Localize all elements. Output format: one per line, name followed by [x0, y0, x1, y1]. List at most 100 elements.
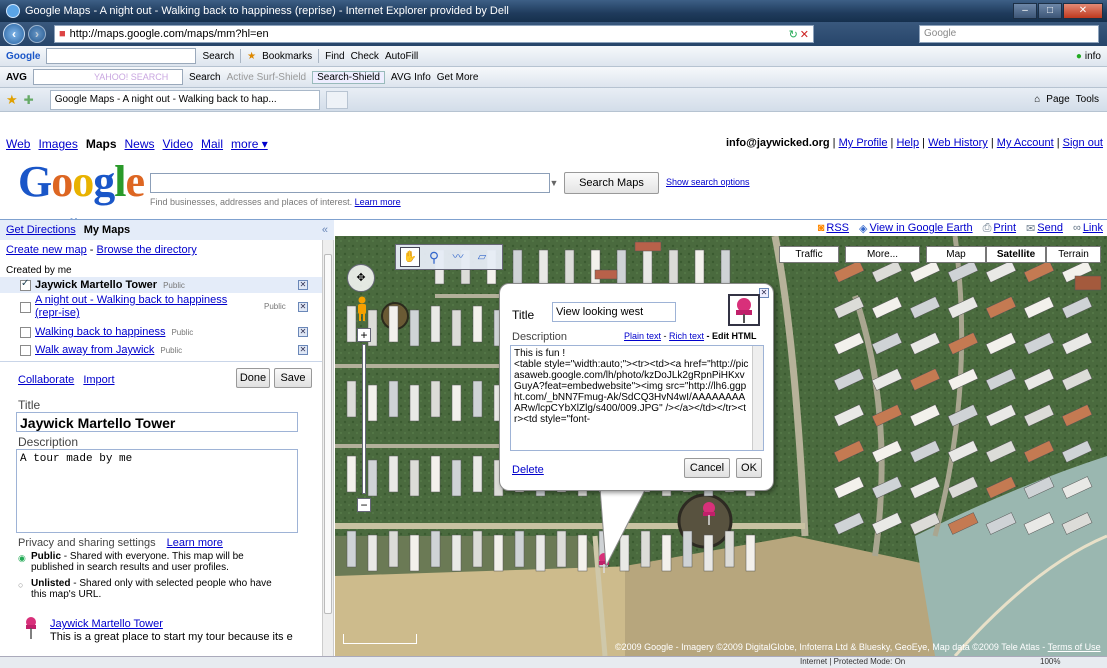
list-item[interactable]: Walk away from Jaywick Public ✕ [20, 342, 322, 358]
zoom-level[interactable]: 100% [1040, 657, 1060, 666]
search-maps-button[interactable]: Search Maps [564, 172, 659, 194]
minimize-button[interactable]: – [1013, 3, 1037, 19]
hand-tool-icon[interactable]: ✋ [400, 247, 420, 267]
search-shield-button[interactable]: Search-Shield [312, 70, 385, 84]
info-button[interactable]: info [1085, 51, 1101, 62]
refresh-icon[interactable]: ↻ [789, 28, 798, 41]
find-button[interactable]: Find [325, 51, 344, 62]
yahoo-search-input[interactable]: YAHOO! SEARCH [32, 69, 183, 85]
map-description-textarea[interactable]: A tour made by me [16, 449, 298, 533]
more-button[interactable]: More... [845, 246, 920, 263]
show-search-options-link[interactable]: Show search options [666, 177, 750, 187]
radio-selected-icon[interactable]: ◉ [18, 553, 26, 564]
active-surf-shield[interactable]: Active Surf-Shield [227, 72, 306, 83]
remove-map-icon[interactable]: ✕ [298, 302, 308, 312]
unlisted-option[interactable]: ○ Unlisted - Shared only with selected p… [18, 578, 278, 600]
forward-button[interactable]: › [28, 25, 46, 43]
bookmarks-button[interactable]: Bookmarks [262, 51, 312, 62]
avg-search-button[interactable]: Search [189, 72, 221, 83]
map-name[interactable]: Walking back to happiness [35, 326, 165, 338]
maps-search-input[interactable] [150, 173, 550, 193]
rich-text-link[interactable]: Rich text [669, 331, 704, 341]
nav-news[interactable]: News [125, 137, 155, 151]
google-maps-logo[interactable]: Google Maps [18, 160, 145, 228]
help-link[interactable]: Help [896, 137, 919, 149]
web-history-link[interactable]: Web History [928, 137, 988, 149]
new-tab-button[interactable] [325, 90, 348, 109]
cancel-button[interactable]: Cancel [684, 458, 730, 478]
google-earth-link[interactable]: View in Google Earth [869, 222, 972, 234]
avg-logo[interactable]: AVG [6, 72, 27, 83]
import-link[interactable]: Import [83, 374, 114, 386]
nav-mail[interactable]: Mail [201, 137, 223, 151]
remove-map-icon[interactable]: ✕ [298, 280, 308, 290]
check-button[interactable]: Check [351, 51, 379, 62]
map-type-map-button[interactable]: Map [926, 246, 986, 263]
pan-control[interactable]: ✥ [347, 264, 375, 292]
stop-icon[interactable]: ✕ [800, 28, 809, 41]
privacy-learn-more-link[interactable]: Learn more [167, 537, 223, 549]
my-maps-tab[interactable]: My Maps [84, 224, 130, 236]
add-favorite-icon[interactable]: ✚ [24, 93, 34, 107]
map-checkbox[interactable] [20, 278, 31, 291]
map-type-terrain-button[interactable]: Terrain [1046, 246, 1101, 263]
done-button[interactable]: Done [236, 368, 270, 388]
ok-button[interactable]: OK [736, 458, 762, 478]
delete-link[interactable]: Delete [512, 464, 544, 476]
public-option[interactable]: ◉ Public - Shared with everyone. This ma… [18, 551, 278, 573]
placemark-icon-picker[interactable] [728, 294, 760, 326]
placemark-tool-icon[interactable]: ⚲ [424, 247, 444, 267]
line-tool-icon[interactable]: 〰 [448, 247, 468, 267]
radio-unselected-icon[interactable]: ○ [18, 580, 23, 591]
terms-of-use-link[interactable]: Terms of Use [1048, 642, 1101, 652]
sign-out-link[interactable]: Sign out [1063, 137, 1103, 149]
map-name[interactable]: A night out - Walking back to happiness … [35, 294, 250, 320]
maximize-button[interactable]: □ [1038, 3, 1062, 19]
map-checkbox[interactable] [20, 326, 31, 338]
get-more-button[interactable]: Get More [437, 72, 479, 83]
home-icon[interactable]: ⌂ [1034, 94, 1040, 105]
nav-video[interactable]: Video [163, 137, 193, 151]
zoom-out-button[interactable]: − [357, 498, 371, 512]
map-title-input[interactable]: Jaywick Martello Tower [16, 412, 298, 432]
traffic-button[interactable]: Traffic [779, 246, 839, 263]
google-toolbar-logo[interactable]: Google [6, 51, 40, 62]
tools-menu[interactable]: Tools [1076, 94, 1099, 105]
back-button[interactable]: ‹ [3, 23, 25, 45]
collaborate-link[interactable]: Collaborate [18, 374, 74, 386]
list-item[interactable]: Jaywick Martello Tower Public ✕ [20, 277, 322, 293]
nav-more[interactable]: more ▾ [231, 137, 268, 151]
my-account-link[interactable]: My Account [997, 137, 1054, 149]
url-input[interactable]: ■ http://maps.google.com/maps/mm?hl=en ↻… [54, 25, 814, 43]
shape-tool-icon[interactable]: ▱ [472, 247, 492, 267]
nav-images[interactable]: Images [38, 137, 77, 151]
print-link[interactable]: Print [993, 222, 1016, 234]
remove-map-icon[interactable]: ✕ [298, 345, 308, 355]
zoom-in-button[interactable]: + [357, 328, 371, 342]
google-toolbar-search-input[interactable] [46, 48, 197, 64]
browser-search-input[interactable]: Google [919, 25, 1099, 43]
list-item[interactable]: A night out - Walking back to happiness … [20, 294, 322, 322]
send-link[interactable]: Send [1037, 222, 1063, 234]
map-checkbox[interactable] [20, 344, 31, 356]
list-item[interactable]: Walking back to happiness Public ✕ [20, 324, 322, 340]
map-name[interactable]: Walk away from Jaywick [35, 344, 154, 356]
learn-more-link[interactable]: Learn more [355, 197, 401, 207]
collapse-panel-icon[interactable]: « [322, 224, 328, 236]
my-profile-link[interactable]: My Profile [839, 137, 888, 149]
toolbar-search-button[interactable]: Search [202, 51, 234, 62]
remove-map-icon[interactable]: ✕ [298, 327, 308, 337]
zoom-slider[interactable] [362, 344, 366, 494]
placemark-title-input[interactable]: View looking west [552, 302, 676, 322]
panel-scrollbar[interactable] [322, 240, 333, 656]
get-directions-tab[interactable]: Get Directions [6, 224, 76, 236]
map-type-satellite-button[interactable]: Satellite [986, 246, 1046, 263]
tab-active[interactable]: Google Maps - A night out - Walking back… [49, 89, 320, 110]
favorites-star-icon[interactable]: ★ [6, 92, 18, 108]
search-dropdown-icon[interactable]: ▼ [547, 174, 561, 192]
save-button[interactable]: Save [274, 368, 312, 388]
create-new-map-link[interactable]: Create new map [6, 244, 87, 256]
close-button[interactable]: ✕ [1063, 3, 1103, 19]
close-popup-icon[interactable]: ✕ [759, 288, 769, 298]
nav-web[interactable]: Web [6, 137, 30, 151]
